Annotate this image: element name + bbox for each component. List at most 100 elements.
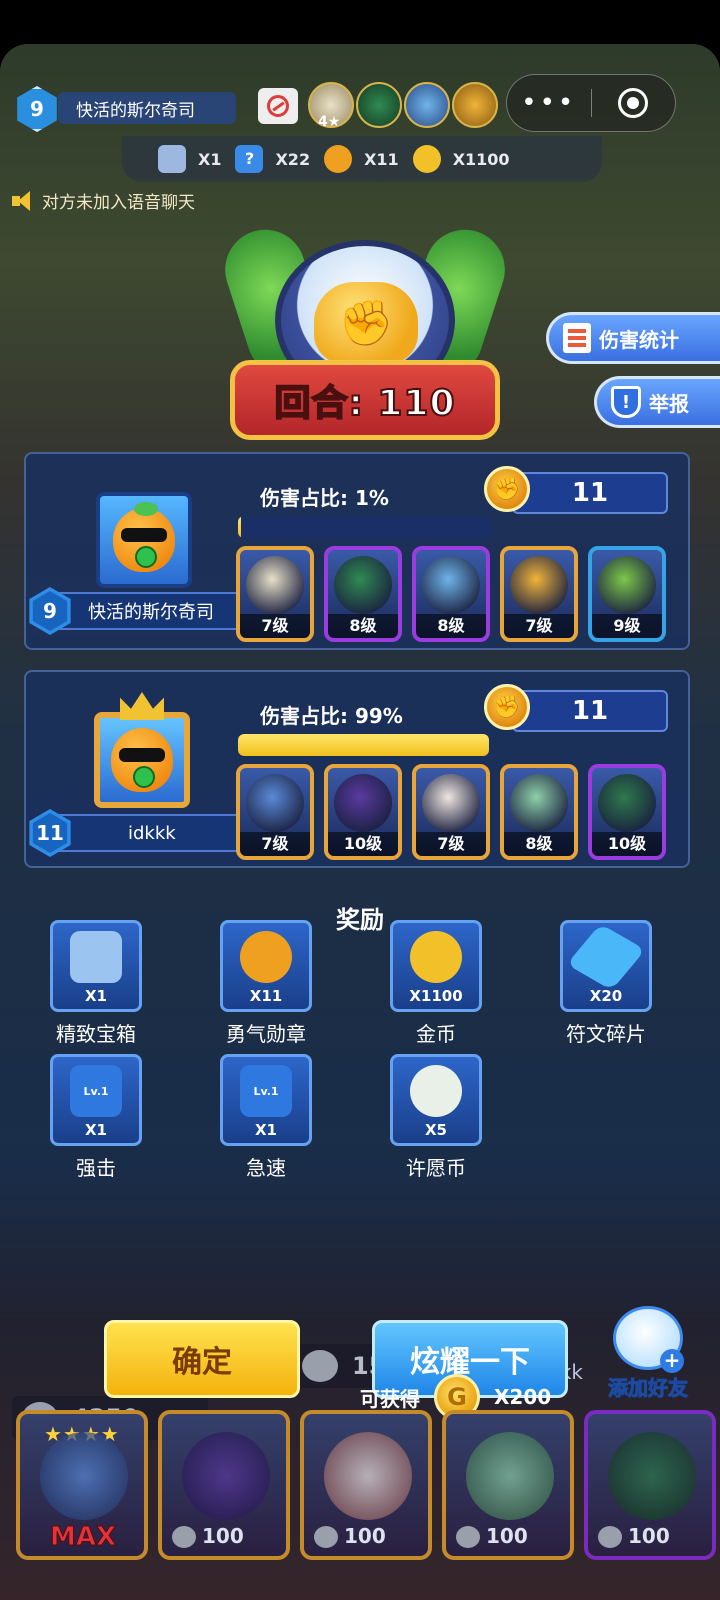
resource-bar: X1 ? X22 X11 X1100 [122,136,602,182]
draw-emblem: ✊ 回合: 110 [214,219,516,460]
reward-qty: X1100 [409,987,463,1005]
hero-level: 10级 [328,832,398,856]
hero-card: 8级 [412,546,490,642]
crown-coin-icon [172,1526,196,1548]
hero-portrait [466,1432,554,1520]
reward-item: Lv.1 X1 强击 [36,1054,156,1181]
bottom-hero-card: 100 [300,1410,432,1560]
hero-portrait [598,774,656,832]
rune-level: Lv.1 [83,1084,109,1098]
hero-portrait [510,774,568,832]
stats-icon [563,323,591,353]
damage-share-fill [238,734,490,756]
card-cost: 100 [202,1524,244,1548]
add-friend-button[interactable]: 添加好友 [592,1306,704,1402]
hero-portrait [334,556,392,614]
hero-card: 8级 [500,764,578,860]
bottom-hero-card: ★★★★ MAX [16,1410,148,1560]
report-button[interactable]: ! 举报 [594,376,720,428]
reward-box: X5 [390,1054,482,1146]
hero-portrait [40,1432,128,1520]
hero-portrait [246,556,304,614]
reward-box: Lv.1 X1 [220,1054,312,1146]
hero-portrait [324,1432,412,1520]
more-menu-button[interactable]: ••• [507,90,591,116]
reward-name: 精致宝箱 [56,1022,136,1046]
reward-item: X1 精致宝箱 [36,920,156,1047]
reward-qty: X11 [249,987,283,1005]
ban-icon[interactable] [258,88,298,124]
player-avatar [96,492,192,588]
reward-name: 许愿币 [406,1156,466,1180]
reward-name: 金币 [416,1022,456,1046]
hero-portrait [246,774,304,832]
damage-stats-button[interactable]: 伤害统计 [546,312,720,364]
opponent-name-plate: 快活的斯尔奇司 [58,92,236,124]
hud-hero-avatar [404,82,450,128]
clover-coin-icon [410,1065,462,1117]
confirm-button[interactable]: 确定 [104,1320,300,1398]
damage-share-label: 伤害占比: 1% [260,486,389,510]
crown-coin-icon [314,1526,338,1548]
avatar-orange-face [113,508,175,572]
hero-portrait [608,1432,696,1520]
reward-qty: X5 [424,1121,447,1139]
question-icon: ? [235,145,264,173]
hud-hero-stars: 4★ [318,114,341,130]
reward-item: X20 符文碎片 [546,920,666,1047]
hero-level: 8级 [328,614,398,638]
hero-card: 7级 [236,546,314,642]
reward-qty: X1 [84,1121,107,1139]
crown-coin-icon [302,1350,338,1382]
hero-portrait [510,556,568,614]
hud-hero-avatar [356,82,402,128]
add-friend-label: 添加好友 [608,1376,689,1401]
medal-count-bar: 11 [512,690,668,732]
hero-card: 9级 [588,546,666,642]
max-label: MAX [49,1522,117,1553]
hero-portrait [422,556,480,614]
game-screen: 9 快活的斯尔奇司 4★ ••• X1 ? X22 X11 X1100 对方未加入… [0,44,720,1600]
player-name-plate: idkkk [52,814,254,852]
crown-coin-icon [598,1526,622,1548]
hero-level: 10级 [592,832,662,856]
chest-icon [70,931,122,983]
round-ribbon: 回合: 110 [230,360,500,440]
reward-qty: X1 [84,987,107,1005]
damage-share-bar [238,516,492,538]
reward-qty: X20 [589,987,623,1005]
coin-icon [412,145,441,173]
reward-item: X5 许愿币 [376,1054,496,1181]
rune-level: Lv.1 [253,1084,279,1098]
round-count: 回合: 110 [273,382,456,425]
damage-share-label: 伤害占比: 99% [260,704,403,728]
reward-qty: X1 [254,1121,277,1139]
reward-name: 符文碎片 [566,1022,646,1046]
coin-icon [410,931,462,983]
card-cost: 100 [344,1524,386,1548]
reward-item: X1100 金币 [376,920,496,1047]
crystal-icon [566,923,646,991]
reward-item: X11 勇气勋章 [206,920,326,1047]
resource-coin: X1100 [412,145,510,173]
reward-box: Lv.1 X1 [50,1054,142,1146]
card-cost: 100 [486,1524,528,1548]
speaker-icon [12,190,38,212]
opponent-level: 9 [30,97,44,121]
hero-card: 10级 [588,764,666,860]
hero-card: 7级 [500,546,578,642]
gain-label: 可获得 [360,1386,420,1411]
player-name-plate: 快活的斯尔奇司 [52,592,254,630]
courage-medal-icon: ✊ [484,466,530,512]
reward-name: 勇气勋章 [226,1022,306,1046]
medal-icon [324,145,353,173]
card-cost: 100 [628,1524,670,1548]
close-target-icon[interactable] [592,88,676,118]
damage-share-bar [238,734,492,756]
hero-portrait [334,774,392,832]
resource-chest: X1 [158,145,221,173]
hero-card: 7级 [236,764,314,860]
hero-level: 8级 [504,832,574,856]
courage-medal-icon: ✊ [484,684,530,730]
reward-box: X11 [220,920,312,1012]
